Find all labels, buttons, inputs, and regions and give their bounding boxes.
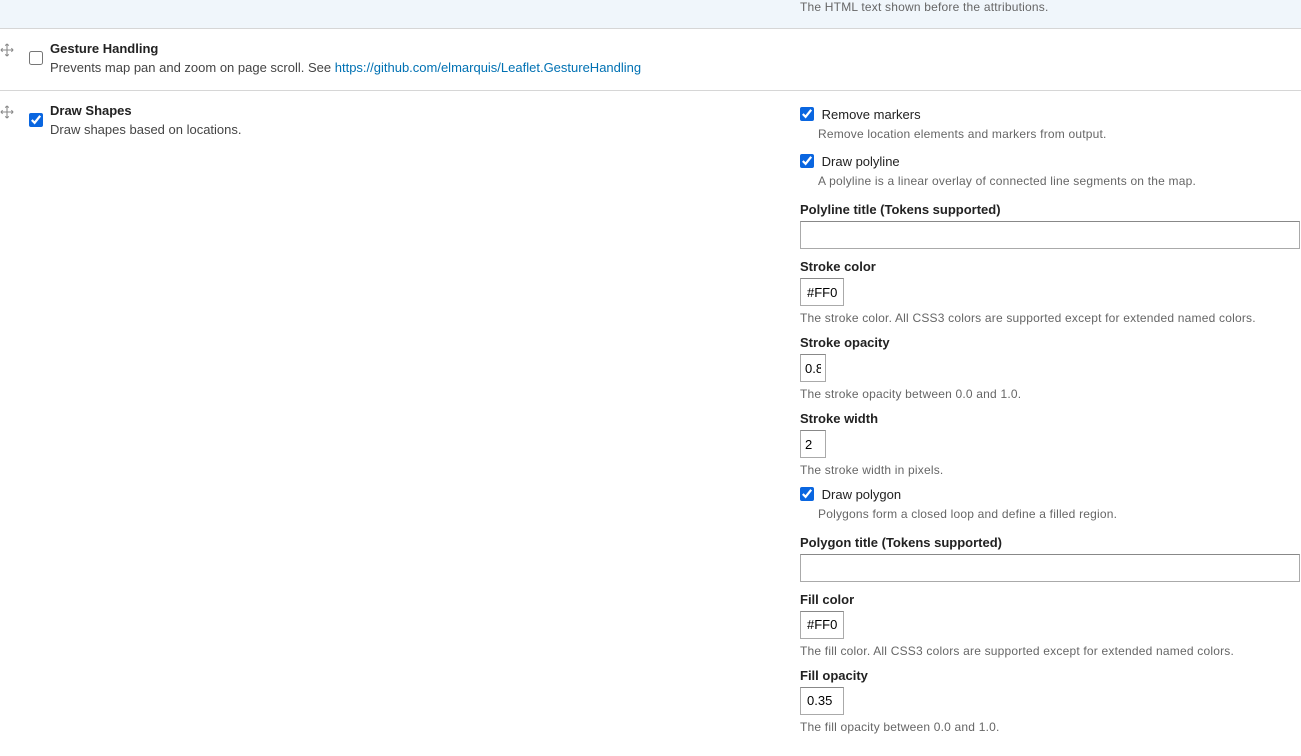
gesture-handling-desc: Prevents map pan and zoom on page scroll… bbox=[50, 58, 770, 78]
fill-opacity-hint: The fill opacity between 0.0 and 1.0. bbox=[800, 720, 1301, 734]
fill-color-input[interactable] bbox=[800, 611, 844, 639]
draw-shapes-settings: Remove markers Remove location elements … bbox=[790, 103, 1301, 744]
row-draw-shapes: Draw Shapes Draw shapes based on locatio… bbox=[0, 91, 1301, 756]
gesture-settings-col bbox=[790, 41, 1301, 45]
stroke-opacity-input[interactable] bbox=[800, 354, 826, 382]
drag-handle-gesture[interactable] bbox=[0, 41, 20, 60]
stroke-color-label: Stroke color bbox=[800, 259, 1301, 274]
row-gesture-handling: Gesture Handling Prevents map pan and zo… bbox=[0, 29, 1301, 91]
remove-markers-checkbox[interactable] bbox=[800, 107, 814, 121]
gesture-handling-link[interactable]: https://github.com/elmarquis/Leaflet.Ges… bbox=[335, 60, 641, 75]
draw-polyline-label: Draw polyline bbox=[822, 154, 900, 169]
polygon-title-label: Polygon title (Tokens supported) bbox=[800, 535, 1301, 550]
draw-polyline-hint: A polyline is a linear overlay of connec… bbox=[818, 173, 1301, 190]
gesture-handling-label-col: Gesture Handling Prevents map pan and zo… bbox=[50, 41, 790, 78]
polyline-title-input[interactable] bbox=[800, 221, 1300, 249]
draw-polygon-label: Draw polygon bbox=[822, 487, 902, 502]
attributions-hint: The HTML text shown before the attributi… bbox=[800, 0, 1301, 14]
stroke-width-input[interactable] bbox=[800, 430, 826, 458]
polygon-title-input[interactable] bbox=[800, 554, 1300, 582]
remove-markers-hint: Remove location elements and markers fro… bbox=[818, 126, 1301, 143]
gesture-handling-title: Gesture Handling bbox=[50, 41, 770, 56]
draw-shapes-checkbox[interactable] bbox=[29, 113, 43, 127]
draw-polygon-hint: Polygons form a closed loop and define a… bbox=[818, 506, 1301, 523]
stroke-width-hint: The stroke width in pixels. bbox=[800, 463, 1301, 477]
draw-shapes-title: Draw Shapes bbox=[50, 103, 770, 118]
gesture-handling-checkbox[interactable] bbox=[29, 51, 43, 65]
fill-color-label: Fill color bbox=[800, 592, 1301, 607]
fill-color-hint: The fill color. All CSS3 colors are supp… bbox=[800, 644, 1301, 658]
draw-polygon-checkbox[interactable] bbox=[800, 487, 814, 501]
draw-shapes-label-col: Draw Shapes Draw shapes based on locatio… bbox=[50, 103, 790, 140]
stroke-color-hint: The stroke color. All CSS3 colors are su… bbox=[800, 311, 1301, 325]
stroke-color-input[interactable] bbox=[800, 278, 844, 306]
drag-handle-draw[interactable] bbox=[0, 103, 20, 122]
top-hint-row: The HTML text shown before the attributi… bbox=[0, 0, 1301, 29]
remove-markers-label: Remove markers bbox=[822, 107, 921, 122]
stroke-opacity-label: Stroke opacity bbox=[800, 335, 1301, 350]
move-icon bbox=[0, 105, 14, 119]
polyline-title-label: Polyline title (Tokens supported) bbox=[800, 202, 1301, 217]
stroke-opacity-hint: The stroke opacity between 0.0 and 1.0. bbox=[800, 387, 1301, 401]
draw-polyline-checkbox[interactable] bbox=[800, 154, 814, 168]
move-icon bbox=[0, 43, 14, 57]
fill-opacity-input[interactable] bbox=[800, 687, 844, 715]
fill-opacity-label: Fill opacity bbox=[800, 668, 1301, 683]
gesture-desc-text: Prevents map pan and zoom on page scroll… bbox=[50, 60, 335, 75]
stroke-width-label: Stroke width bbox=[800, 411, 1301, 426]
draw-shapes-desc: Draw shapes based on locations. bbox=[50, 120, 770, 140]
